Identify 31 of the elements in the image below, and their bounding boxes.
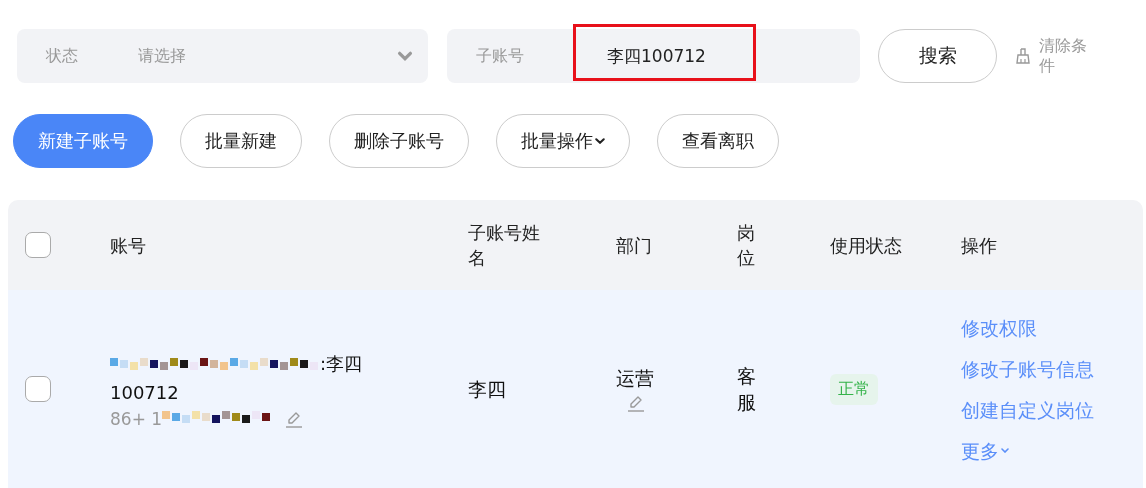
- status-select[interactable]: 状态 请选择: [17, 29, 428, 83]
- checkbox[interactable]: [25, 232, 51, 258]
- account-text: :李四100712: [110, 349, 364, 405]
- chevron-down-icon: [595, 138, 605, 144]
- toolbar-button[interactable]: 批量操作: [496, 114, 630, 168]
- column-header: 岗位: [737, 221, 756, 270]
- column-header: 账号: [110, 233, 147, 258]
- action-link[interactable]: 修改子账号信息: [961, 355, 1094, 382]
- checkbox[interactable]: [25, 376, 51, 402]
- account-input-field[interactable]: 李四100712: [607, 44, 706, 68]
- action-link[interactable]: 创建自定义岗位: [961, 396, 1094, 423]
- search-button[interactable]: 搜索: [878, 29, 997, 83]
- table-cell-text: 运营: [616, 366, 654, 391]
- more-link[interactable]: 更多: [961, 437, 1009, 464]
- action-link[interactable]: 修改权限: [961, 314, 1037, 341]
- chevron-down-icon: [1001, 448, 1009, 453]
- column-header: 部门: [616, 233, 653, 258]
- broom-icon: [1015, 47, 1031, 65]
- status-tag: 正常: [830, 373, 878, 405]
- column-header: 操作: [961, 233, 998, 258]
- field-label: 子账号: [476, 45, 524, 67]
- toolbar-button[interactable]: 删除子账号: [329, 114, 469, 168]
- toolbar-button[interactable]: 新建子账号: [13, 114, 153, 168]
- table-cell-text: 客服: [737, 364, 757, 415]
- phone-number: 86+ 1: [110, 408, 163, 429]
- column-header: 子账号姓名: [468, 221, 541, 270]
- clear-filters-link[interactable]: 清除条件: [1039, 36, 1101, 76]
- toolbar-button[interactable]: 查看离职: [657, 114, 779, 168]
- column-header: 使用状态: [830, 233, 902, 258]
- toolbar-button[interactable]: 批量新建: [180, 114, 302, 168]
- table-cell-text: 李四: [468, 377, 507, 402]
